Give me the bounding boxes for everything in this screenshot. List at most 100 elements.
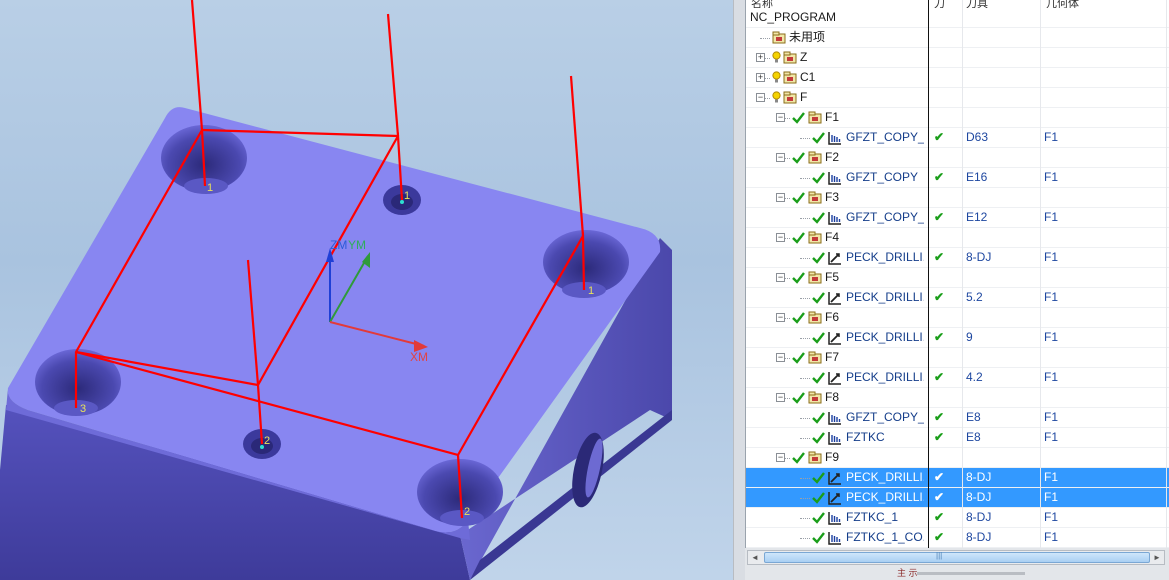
- check-icon: [792, 191, 805, 204]
- operation-row[interactable]: GFZT_COPY ✔ E16 F1: [746, 168, 1169, 188]
- program-group-icon: [808, 271, 822, 284]
- collapse-icon[interactable]: −: [776, 453, 785, 462]
- geometry-cell: F1: [1044, 530, 1059, 544]
- collapse-icon[interactable]: −: [776, 113, 785, 122]
- check-icon: [812, 531, 825, 544]
- operation-row[interactable]: FZTKC_1 ✔ 8-DJ F1: [746, 508, 1169, 528]
- collapse-icon[interactable]: −: [776, 153, 785, 162]
- operation-row[interactable]: PECK_DRILLI... ✔ 8-DJ F1: [746, 488, 1169, 508]
- operation-row[interactable]: PECK_DRILLI... ✔ 9 F1: [746, 328, 1169, 348]
- column-divider[interactable]: [1040, 0, 1041, 548]
- operation-row[interactable]: FZTKC_1_CO... ✔ 8-DJ F1: [746, 528, 1169, 548]
- lightbulb-icon: [772, 51, 781, 64]
- path-status-icon: ✔: [934, 410, 945, 424]
- tree-connector: [800, 298, 810, 299]
- program-group-icon: [808, 151, 822, 164]
- tool-cell: 4.2: [966, 370, 983, 384]
- operation-row[interactable]: GFZT_COPY_... ✔ E12 F1: [746, 208, 1169, 228]
- scrollbar-thumb[interactable]: [764, 552, 1150, 563]
- tree-item-name: PECK_DRILLI...: [846, 250, 924, 264]
- program-group-row[interactable]: + C1: [746, 68, 1169, 88]
- tree-connector: [800, 438, 810, 439]
- tool-cell: 8-DJ: [966, 510, 992, 524]
- program-group-row[interactable]: − F9: [746, 448, 1169, 468]
- collapse-icon[interactable]: −: [776, 393, 785, 402]
- tool-cell: 9: [966, 330, 973, 344]
- operation-row[interactable]: PECK_DRILLI... ✔ 8-DJ F1: [746, 468, 1169, 488]
- collapse-icon[interactable]: −: [776, 353, 785, 362]
- check-icon: [812, 171, 825, 184]
- operation-row[interactable]: PECK_DRILLI... ✔ 8-DJ F1: [746, 248, 1169, 268]
- tree-item-name: GFZT_COPY_...: [846, 410, 924, 424]
- program-group-row[interactable]: − F4: [746, 228, 1169, 248]
- operation-tree[interactable]: 名称 刀 刀具 几何体 NC_PROGRAM 未用项 + Z + C1− F − F1 GFZT_…: [745, 0, 1169, 548]
- tree-connector: [800, 338, 810, 339]
- check-icon: [812, 431, 825, 444]
- tree-connector: [800, 258, 810, 259]
- check-icon: [792, 271, 805, 284]
- program-group-icon: [808, 231, 822, 244]
- part-model-view[interactable]: ZM YM XM 1 1 1 3 2 2: [0, 0, 733, 580]
- collapse-icon[interactable]: −: [776, 273, 785, 282]
- program-group-row[interactable]: − F8: [746, 388, 1169, 408]
- path-status-icon: ✔: [934, 490, 945, 504]
- path-status-icon: ✔: [934, 250, 945, 264]
- program-group-icon: [783, 51, 797, 64]
- program-group-row[interactable]: − F7: [746, 348, 1169, 368]
- operation-row[interactable]: FZTKC ✔ E8 F1: [746, 428, 1169, 448]
- program-group-icon: [808, 111, 822, 124]
- tree-item-name: C1: [800, 70, 816, 84]
- milling-operation-icon: [828, 411, 842, 425]
- tree-connector: [800, 538, 810, 539]
- path-status-icon: ✔: [934, 170, 945, 184]
- scroll-left-icon[interactable]: ◄: [748, 551, 762, 564]
- program-root-row[interactable]: NC_PROGRAM: [746, 8, 1169, 28]
- tree-connector: [800, 218, 810, 219]
- expand-icon[interactable]: +: [756, 73, 765, 82]
- horizontal-scrollbar[interactable]: ◄ ||| ►: [747, 550, 1165, 565]
- tree-item-name: PECK_DRILLI...: [846, 490, 924, 504]
- tree-item-name: GFZT_COPY_1: [846, 130, 924, 144]
- column-divider[interactable]: [1166, 0, 1167, 548]
- geometry-cell: F1: [1044, 170, 1059, 184]
- column-divider[interactable]: [962, 0, 963, 548]
- geometry-cell: F1: [1044, 330, 1059, 344]
- column-divider[interactable]: [928, 0, 929, 548]
- tree-connector: [800, 498, 810, 499]
- graphics-window[interactable]: ZM YM XM 1 1 1 3 2 2: [0, 0, 733, 580]
- column-header-path[interactable]: 刀: [934, 0, 960, 8]
- program-group-row[interactable]: 未用项: [746, 28, 1169, 48]
- program-group-row[interactable]: − F1: [746, 108, 1169, 128]
- collapse-icon[interactable]: −: [776, 233, 785, 242]
- milling-operation-icon: [828, 211, 842, 225]
- tool-cell: E16: [966, 170, 988, 184]
- program-group-row[interactable]: − F3: [746, 188, 1169, 208]
- milling-operation-icon: [828, 431, 842, 445]
- operation-row[interactable]: PECK_DRILLI... ✔ 4.2 F1: [746, 368, 1169, 388]
- tree-item-name: F5: [825, 270, 840, 284]
- collapse-icon[interactable]: −: [776, 313, 785, 322]
- operation-row[interactable]: GFZT_COPY_1 ✔ D63 F1: [746, 128, 1169, 148]
- program-group-row[interactable]: − F5: [746, 268, 1169, 288]
- tree-item-name: FZTKC_1: [846, 510, 899, 524]
- tool-cell: 8-DJ: [966, 470, 992, 484]
- column-header-name[interactable]: 名称: [751, 0, 921, 8]
- scroll-right-icon[interactable]: ►: [1150, 551, 1164, 564]
- tree-connector: [800, 478, 810, 479]
- tree-connector: [760, 38, 770, 39]
- collapse-icon[interactable]: −: [756, 93, 765, 102]
- operation-row[interactable]: GFZT_COPY_... ✔ E8 F1: [746, 408, 1169, 428]
- program-group-row[interactable]: − F: [746, 88, 1169, 108]
- collapse-icon[interactable]: −: [776, 193, 785, 202]
- expand-icon[interactable]: +: [756, 53, 765, 62]
- check-icon: [792, 391, 805, 404]
- column-header-geometry[interactable]: 几何体: [1046, 0, 1156, 8]
- operation-row[interactable]: PECK_DRILLI... ✔ 5.2 F1: [746, 288, 1169, 308]
- program-group-row[interactable]: − F6: [746, 308, 1169, 328]
- check-icon: [792, 231, 805, 244]
- program-group-row[interactable]: − F2: [746, 148, 1169, 168]
- tool-cell: 8-DJ: [966, 250, 992, 264]
- program-group-row[interactable]: + Z: [746, 48, 1169, 68]
- geometry-cell: F1: [1044, 510, 1059, 524]
- column-header-tool[interactable]: 刀具: [966, 0, 1036, 8]
